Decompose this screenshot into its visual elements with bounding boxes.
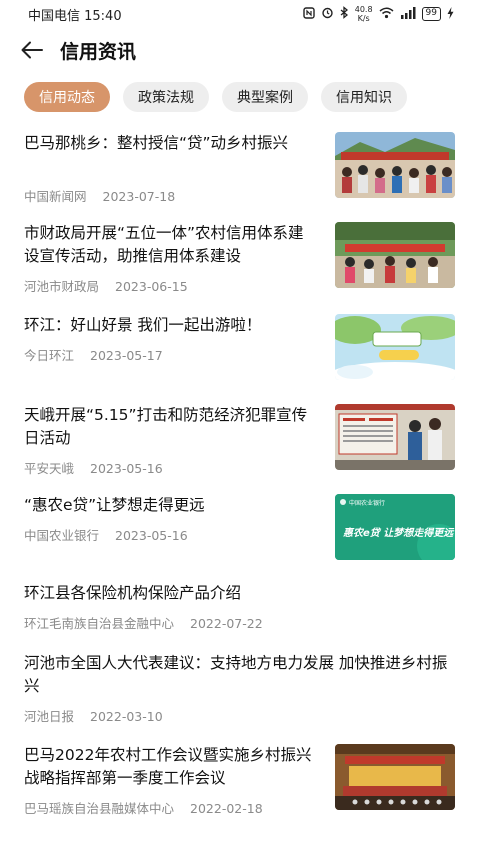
article-date: 2023-05-16 bbox=[90, 461, 163, 476]
article-thumbnail bbox=[335, 744, 455, 810]
article-meta: 河池市财政局 2023-06-15 bbox=[24, 276, 188, 295]
carrier-time: 中国电信 15:40 bbox=[28, 8, 122, 24]
article-title: 环江县各保险机构保险产品介绍 bbox=[24, 584, 242, 602]
wifi-icon bbox=[379, 7, 394, 22]
article-thumbnail bbox=[335, 132, 455, 198]
article-thumbnail bbox=[335, 404, 455, 470]
list-item[interactable]: 环江县各保险机构保险产品介绍 环江毛南族自治县金融中心 2022-07-22 bbox=[0, 574, 478, 644]
thumb-slogan-text: 惠农e贷 让梦想走得更远 bbox=[343, 527, 455, 539]
tab-credit-news[interactable]: 信用动态 bbox=[24, 82, 110, 112]
article-title: 河池市全国人大代表建议：支持地方电力发展 加快推进乡村振兴 bbox=[24, 654, 448, 695]
signal-icon bbox=[400, 6, 416, 22]
article-meta: 巴马瑶族自治县融媒体中心 2022-02-18 bbox=[24, 798, 263, 817]
article-title: 巴马2022年农村工作会议暨实施乡村振兴战略指挥部第一季度工作会议 bbox=[24, 746, 312, 787]
tab-typical-cases[interactable]: 典型案例 bbox=[222, 82, 308, 112]
article-thumbnail bbox=[335, 222, 455, 288]
bluetooth-icon bbox=[340, 6, 349, 22]
page-title: 信用资讯 bbox=[60, 40, 137, 63]
article-title: 巴马那桃乡：整村授信“贷”动乡村振兴 bbox=[24, 134, 289, 152]
article-title: “惠农e贷”让梦想走得更远 bbox=[24, 496, 205, 514]
article-source: 今日环江 bbox=[24, 348, 75, 363]
article-title: 环江：好山好景 我们一起出游啦！ bbox=[24, 316, 262, 334]
article-date: 2023-05-16 bbox=[115, 528, 188, 543]
status-icons: 40.8 K/s 99 bbox=[303, 5, 454, 23]
article-source: 平安天峨 bbox=[24, 461, 75, 476]
article-date: 2022-02-18 bbox=[190, 801, 263, 816]
alarm-icon bbox=[321, 6, 334, 22]
article-meta: 中国新闻网 2023-07-18 bbox=[24, 186, 175, 205]
nfc-icon bbox=[303, 6, 315, 22]
list-item[interactable]: 环江：好山好景 我们一起出游啦！ 今日环江 2023-05-17 bbox=[0, 306, 478, 396]
charging-icon bbox=[447, 6, 454, 22]
list-item[interactable]: 市财政局开展“五位一体”农村信用体系建设宣传活动，助推信用体系建设 河池市财政局… bbox=[0, 214, 478, 306]
article-meta: 平安天峨 2023-05-16 bbox=[24, 458, 163, 477]
top-bar: 信用资讯 bbox=[0, 30, 478, 70]
article-date: 2023-05-17 bbox=[90, 348, 163, 363]
article-title: 天峨开展“5.15”打击和防范经济犯罪宣传日活动 bbox=[24, 406, 308, 447]
list-item[interactable]: 河池市全国人大代表建议：支持地方电力发展 加快推进乡村振兴 河池日报 2022-0… bbox=[0, 644, 478, 736]
thumb-brand-text: 中国农业银行 bbox=[349, 499, 385, 507]
network-speed: 40.8 K/s bbox=[354, 5, 373, 23]
article-date: 2023-06-15 bbox=[115, 279, 188, 294]
article-thumbnail bbox=[335, 314, 455, 380]
category-tabs: 信用动态 政策法规 典型案例 信用知识 bbox=[24, 82, 407, 112]
article-meta: 中国农业银行 2023-05-16 bbox=[24, 525, 188, 544]
list-item[interactable]: 巴马2022年农村工作会议暨实施乡村振兴战略指挥部第一季度工作会议 巴马瑶族自治… bbox=[0, 736, 478, 826]
article-meta: 河池日报 2022-03-10 bbox=[24, 706, 163, 725]
article-source: 中国新闻网 bbox=[24, 189, 87, 204]
article-list: 巴马那桃乡：整村授信“贷”动乡村振兴 中国新闻网 2023-07-18 市财政局开… bbox=[0, 124, 478, 826]
article-source: 河池日报 bbox=[24, 709, 75, 724]
article-date: 2023-07-18 bbox=[102, 189, 176, 204]
status-bar: 中国电信 15:40 40.8 K/s 99 bbox=[0, 0, 478, 28]
article-source: 河池市财政局 bbox=[24, 279, 100, 294]
article-meta: 今日环江 2023-05-17 bbox=[24, 345, 163, 364]
article-date: 2022-07-22 bbox=[190, 616, 263, 631]
tab-policies-regulations[interactable]: 政策法规 bbox=[123, 82, 209, 112]
list-item[interactable]: 天峨开展“5.15”打击和防范经济犯罪宣传日活动 平安天峨 2023-05-16 bbox=[0, 396, 478, 486]
article-meta: 环江毛南族自治县金融中心 2022-07-22 bbox=[24, 613, 263, 632]
article-source: 中国农业银行 bbox=[24, 528, 100, 543]
list-item[interactable]: “惠农e贷”让梦想走得更远 中国农业银行 2023-05-16 中国农业银行 惠农… bbox=[0, 486, 478, 574]
article-source: 巴马瑶族自治县融媒体中心 bbox=[24, 801, 175, 816]
article-title: 市财政局开展“五位一体”农村信用体系建设宣传活动，助推信用体系建设 bbox=[24, 224, 304, 265]
battery-indicator: 99 bbox=[421, 7, 441, 21]
list-item[interactable]: 巴马那桃乡：整村授信“贷”动乡村振兴 中国新闻网 2023-07-18 bbox=[0, 124, 478, 214]
back-button[interactable] bbox=[12, 30, 52, 70]
article-source: 环江毛南族自治县金融中心 bbox=[24, 616, 175, 631]
arrow-left-icon bbox=[21, 41, 43, 59]
article-thumbnail: 中国农业银行 惠农e贷 让梦想走得更远 bbox=[335, 494, 455, 560]
tab-credit-knowledge[interactable]: 信用知识 bbox=[321, 82, 407, 112]
article-date: 2022-03-10 bbox=[90, 709, 163, 724]
